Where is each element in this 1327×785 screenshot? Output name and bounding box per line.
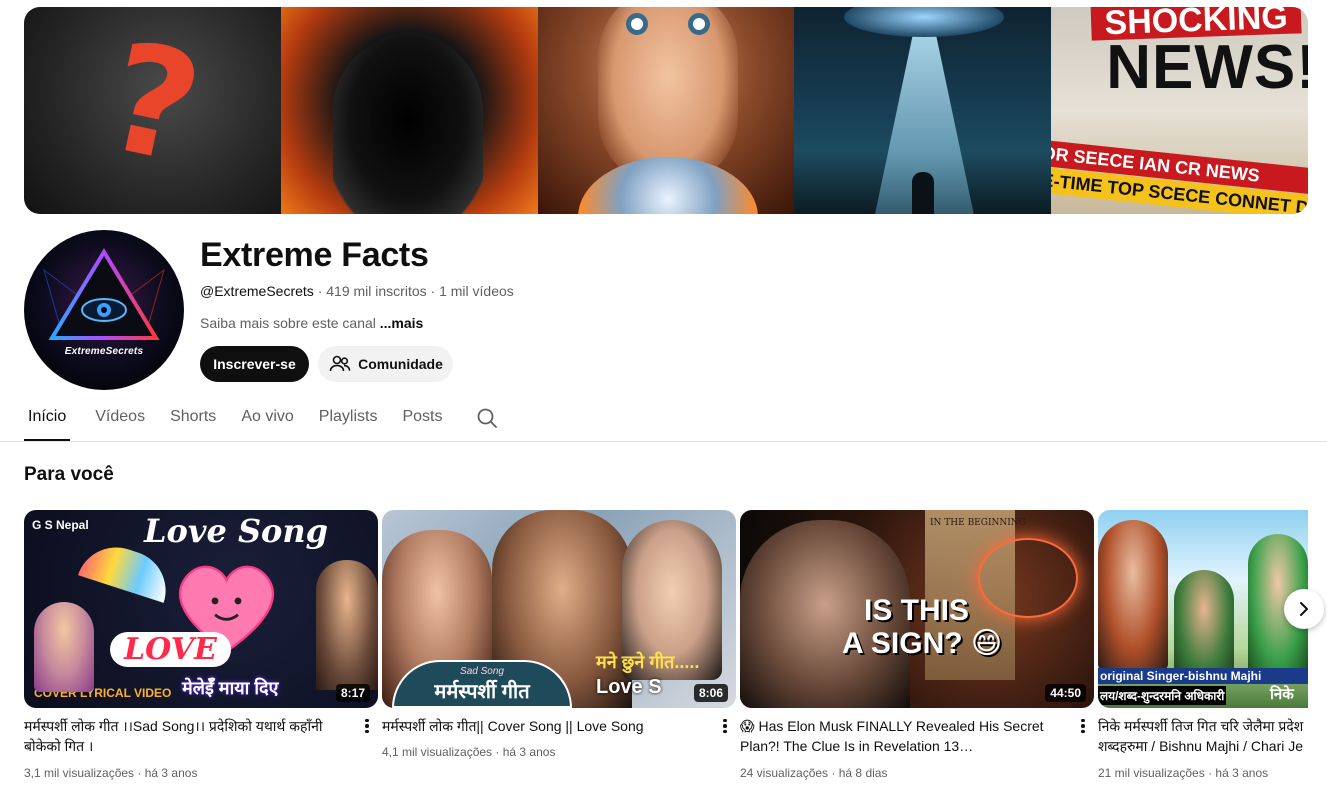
video-title[interactable]: मर्मस्पर्शी लोक गीत|| Cover Song || Love… (382, 716, 707, 736)
community-button[interactable]: Comunidade (318, 346, 453, 382)
thumb-man (1174, 570, 1234, 680)
banner-ufo (844, 7, 1005, 37)
about-more-link[interactable]: ...mais (380, 315, 424, 331)
banner-eye (687, 13, 710, 35)
channel-banner: ? SHOCKING NEWS! OR SEECE IAN CR NEWS E-… (24, 7, 1308, 214)
thumb-channel-tag: G S Nepal (32, 518, 89, 532)
upload-age: há 8 dias (838, 766, 888, 780)
about-text: Saiba mais sobre este canal (200, 315, 376, 331)
banner-globe (577, 157, 758, 214)
video-card[interactable]: IN THE BEGINNING IS THIS A SIGN? 😄 44:50… (740, 510, 1095, 780)
upload-age: há 3 anos (502, 745, 556, 759)
video-meta: 24 visualizações · há 8 dias (740, 766, 887, 780)
video-meta: 3,1 mil visualizações · há 3 anos (24, 766, 197, 780)
banner-panel-ufo (794, 7, 1052, 214)
channel-search-button[interactable] (475, 400, 499, 441)
upload-age: há 3 anos (1215, 766, 1269, 780)
thumb-marmasparshi: मर्मस्पर्शी गीत (434, 681, 530, 703)
video-thumbnail[interactable]: G S Nepal Love Song LOVE मेलेईँ माया दिए… (24, 510, 378, 708)
meta-separator: · (317, 283, 323, 299)
banner-silhouette (912, 172, 935, 214)
banner-news-main: NEWS! (1106, 33, 1308, 102)
thumb-a-sign: A SIGN? 😄 (842, 627, 1003, 660)
thumb-love-s: Love S (596, 676, 662, 698)
video-card[interactable]: G S Nepal Love Song LOVE मेलेईँ माया दिए… (24, 510, 379, 780)
avatar-text: ExtremeSecrets (64, 346, 144, 357)
thumb-lyrics-line: लय/शब्द-शुन्दरमनि अधिकारी (1098, 686, 1227, 705)
thumb-nike: निके (1270, 686, 1294, 703)
subscriber-count: 419 mil inscritos (326, 283, 427, 299)
video-duration: 8:17 (335, 684, 370, 702)
banner-question-mark: ? (92, 9, 215, 199)
video-title[interactable]: 😱 Has Elon Musk FINALLY Revealed His Sec… (740, 716, 1065, 756)
more-actions-icon[interactable] (1075, 716, 1091, 736)
meta-separator: · (495, 745, 500, 759)
video-thumbnail[interactable]: Sad Song मर्मस्पर्शी गीत मने छुने गीत...… (382, 510, 736, 708)
thumb-book-heading: IN THE BEGINNING (930, 518, 1026, 528)
upload-age: há 3 anos (144, 766, 198, 780)
video-count: 1 mil vídeos (439, 283, 514, 299)
more-actions-icon[interactable] (359, 716, 375, 736)
tab-ao-vivo[interactable]: Ao vivo (241, 400, 293, 441)
channel-tabs: Início Vídeos Shorts Ao vivo Playlists P… (24, 400, 524, 441)
video-card[interactable]: original Singer-bishnu Majhi लय/शब्द-शुन… (1098, 510, 1308, 785)
thumb-love-song: Love Song (144, 512, 329, 550)
video-thumbnail[interactable]: IN THE BEGINNING IS THIS A SIGN? 😄 44:50 (740, 510, 1094, 708)
meta-separator: · (430, 283, 436, 299)
chevron-right-icon (1300, 602, 1308, 616)
video-duration: 44:50 (1045, 684, 1086, 702)
video-card[interactable]: Sad Song मर्मस्पर्शी गीत मने छुने गीत...… (382, 510, 737, 759)
channel-name: Extreme Facts (200, 236, 429, 274)
tabs-divider (0, 441, 1327, 442)
channel-handle: @ExtremeSecrets (200, 283, 314, 299)
video-meta: 4,1 mil visualizações · há 3 anos (382, 745, 555, 759)
banner-panel-news: SHOCKING NEWS! OR SEECE IAN CR NEWS E-TI… (1051, 7, 1308, 214)
meta-separator: · (137, 766, 142, 780)
thumb-man (316, 560, 378, 690)
tab-shorts[interactable]: Shorts (170, 400, 216, 441)
video-duration: 8:06 (693, 684, 728, 702)
view-count: 4,1 mil visualizações (382, 745, 493, 759)
channel-about[interactable]: Saiba mais sobre este canal ...mais (200, 315, 423, 331)
thumb-nepali-title: Sad Song मर्मस्पर्शी गीत (392, 660, 572, 708)
channel-meta: @ExtremeSecrets · 419 mil inscritos · 1 … (200, 283, 514, 299)
thumb-woman (34, 602, 94, 692)
video-title[interactable]: निके मर्मस्पर्शी तिज गित चरि जेलैमा प्रद… (1098, 716, 1308, 756)
community-label: Comunidade (358, 356, 443, 372)
tab-posts[interactable]: Posts (402, 400, 442, 441)
banner-panel-hooded (280, 7, 538, 214)
view-count: 21 mil visualizações (1098, 766, 1205, 780)
thumb-mane-chhune: मने छुने गीत..... (596, 652, 700, 672)
tab-videos[interactable]: Vídeos (95, 400, 145, 441)
meta-separator: · (831, 766, 836, 780)
carousel-next-button[interactable] (1284, 589, 1324, 629)
video-title[interactable]: मर्मस्पर्शी लोक गीत ।।Sad Song।। प्रदेशि… (24, 716, 349, 756)
view-count: 3,1 mil visualizações (24, 766, 135, 780)
video-thumbnail[interactable]: original Singer-bishnu Majhi लय/शब्द-शुन… (1098, 510, 1308, 708)
thumb-love-text: LOVE (110, 632, 231, 667)
thumb-woman-left (1098, 520, 1168, 670)
brain-icon (978, 538, 1078, 618)
tab-playlists[interactable]: Playlists (319, 400, 378, 441)
banner-eye (625, 13, 648, 35)
section-title: Para você (24, 464, 114, 485)
more-actions-icon[interactable] (717, 716, 733, 736)
meta-separator: · (1208, 766, 1213, 780)
eye-triangle-icon (43, 248, 165, 342)
view-count: 24 visualizações (740, 766, 829, 780)
channel-avatar[interactable]: ExtremeSecrets (24, 230, 184, 390)
banner-panel-shocked (537, 7, 795, 214)
search-icon (478, 408, 498, 428)
banner-hooded-figure (332, 35, 483, 214)
thumb-singer-line: original Singer-bishnu Majhi (1098, 668, 1308, 684)
banner-panel-question: ? (24, 7, 281, 214)
tab-inicio[interactable]: Início (24, 400, 71, 441)
community-icon (329, 355, 351, 372)
thumb-is-this: IS THIS (864, 594, 970, 627)
thumb-sad-song: Sad Song (460, 666, 504, 677)
video-meta: 21 mil visualizações · há 3 anos (1098, 766, 1268, 780)
thumb-nepali-line: मेलेईँ माया दिए (182, 678, 279, 698)
subscribe-button[interactable]: Inscrever-se (200, 346, 309, 382)
